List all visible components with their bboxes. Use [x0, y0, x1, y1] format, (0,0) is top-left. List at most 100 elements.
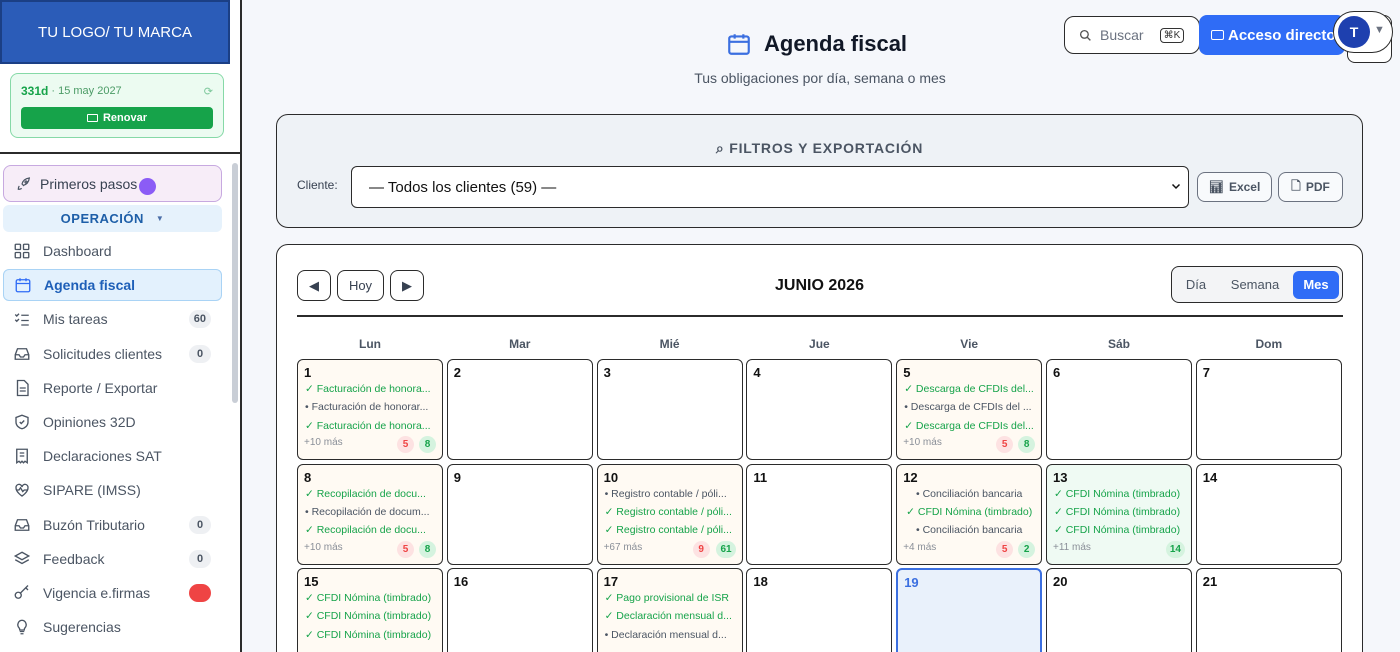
calendar-day[interactable]: 4: [746, 359, 893, 460]
view-day-button[interactable]: Día: [1175, 271, 1217, 299]
completed-count-badge: 8: [1018, 436, 1036, 453]
sidebar-item-label: Buzón Tributario: [43, 516, 145, 533]
caret-down-icon[interactable]: ▼: [1374, 24, 1385, 36]
section-label: OPERACIÓN: [60, 211, 144, 226]
mailbox-icon: [13, 516, 31, 534]
sidebar-item-dashboard[interactable]: Dashboard: [3, 235, 222, 267]
calendar-day[interactable]: 21: [1195, 568, 1342, 652]
calendar-event[interactable]: ✓ Declaración mensual d...: [605, 610, 737, 622]
inbox-icon: [13, 345, 31, 363]
calendar-event[interactable]: ✓ CFDI Nómina (timbrado): [1054, 488, 1186, 500]
calendar-day[interactable]: 11: [746, 463, 893, 565]
search-label: Buscar: [1100, 27, 1144, 43]
calendar-event[interactable]: ✓ Registro contable / póli...: [605, 524, 737, 536]
renew-button[interactable]: Renovar: [21, 107, 213, 129]
more-events-link[interactable]: +11 más: [1053, 542, 1091, 553]
calendar-day[interactable]: 6: [1046, 359, 1192, 460]
calendar-day[interactable]: 18: [746, 568, 893, 652]
calendar-day-today[interactable]: 19: [896, 568, 1043, 652]
sidebar-item-buz-n-tributario[interactable]: Buzón Tributario 0: [3, 509, 222, 541]
view-month-button[interactable]: Mes: [1293, 270, 1339, 299]
calendar-day[interactable]: 20: [1046, 568, 1192, 652]
refresh-icon[interactable]: ⟳: [204, 85, 213, 98]
calendar-event[interactable]: • Recopilación de docum...: [305, 506, 437, 518]
excel-label: Excel: [1228, 180, 1261, 194]
more-events-link[interactable]: +10 más: [304, 542, 343, 553]
client-select[interactable]: — Todos los clientes (59) —: [351, 166, 1189, 208]
calendar-day[interactable]: 3: [596, 359, 743, 460]
calendar-event[interactable]: ✓ Recopilación de docu...: [305, 488, 437, 500]
more-events-link[interactable]: +4 más: [903, 542, 936, 553]
calendar-event[interactable]: ✓ Recopilación de docu...: [305, 524, 437, 536]
day-number: 10: [603, 469, 619, 485]
calendar-event[interactable]: ✓ CFDI Nómina (timbrado): [305, 610, 437, 622]
calendar-day[interactable]: 1 ✓ Facturación de honora... • Facturación…: [297, 359, 443, 460]
sidebar-item-feedback[interactable]: Feedback 0: [3, 543, 222, 575]
calendar-day[interactable]: 2: [446, 359, 593, 460]
more-events-link[interactable]: +67 más: [604, 542, 643, 553]
export-excel-button[interactable]: 📊︎ Excel: [1197, 172, 1272, 202]
sidebar-item-label: Sugerencias: [43, 619, 121, 636]
calendar-event[interactable]: ✓ CFDI Nómina (timbrado): [305, 592, 437, 604]
calendar-event[interactable]: • Conciliación bancaria: [902, 488, 1036, 500]
sidebar-scrollbar[interactable]: [232, 163, 238, 403]
sidebar-item-vigencia-e-firmas[interactable]: Vigencia e.firmas 1: [3, 577, 222, 609]
calendar-event[interactable]: ✓ Pago provisional de ISR: [605, 592, 737, 604]
sidebar-item-opiniones-32d[interactable]: Opiniones 32D: [3, 406, 222, 438]
pending-count-badge: 5: [397, 436, 414, 453]
search-icon: ⌕: [715, 140, 730, 156]
avatar[interactable]: T: [1338, 16, 1370, 48]
calendar-event[interactable]: ✓ CFDI Nómina (timbrado): [1054, 524, 1186, 536]
sidebar-item-reporte-exportar[interactable]: Reporte / Exportar: [3, 372, 222, 404]
export-pdf-button[interactable]: 🗋 PDF: [1278, 172, 1343, 202]
shield-icon: [13, 413, 31, 431]
calendar-day[interactable]: 17 ✓ Pago provisional de ISR ✓ Declaración…: [596, 568, 743, 652]
calendar-event[interactable]: • Conciliación bancaria: [902, 524, 1036, 536]
calendar-event[interactable]: ✓ CFDI Nómina (timbrado): [305, 629, 437, 641]
calendar-event[interactable]: ✓ Facturación de honora...: [305, 420, 437, 432]
license-date: · 15 may 2027: [51, 85, 122, 97]
calendar-event[interactable]: ✓ Facturación de honora...: [305, 383, 437, 395]
weekday-header: Lun: [359, 337, 381, 351]
sidebar-item-declaraciones-sat[interactable]: Declaraciones SAT: [3, 440, 222, 472]
search-button[interactable]: Buscar ⌘K: [1064, 16, 1200, 54]
more-events-link[interactable]: +10 más: [304, 437, 343, 448]
view-week-button[interactable]: Semana: [1217, 271, 1293, 299]
calendar-event[interactable]: • Facturación de honorar...: [305, 401, 437, 413]
calendar-day[interactable]: 5 ✓ Descarga de CFDIs del... • Descarga de…: [896, 359, 1043, 460]
calendar-event[interactable]: ✓ Registro contable / póli...: [605, 506, 737, 518]
calendar-day[interactable]: 16: [446, 568, 593, 652]
section-operacion[interactable]: OPERACIÓN ▼: [3, 205, 222, 232]
pending-count-badge: 9: [692, 540, 710, 558]
calendar-event[interactable]: ✓ Descarga de CFDIs del...: [904, 420, 1036, 432]
calendar-day[interactable]: 10 • Registro contable / póli... ✓ Registr…: [596, 463, 743, 565]
sidebar-item-sugerencias[interactable]: Sugerencias: [3, 611, 222, 643]
day-number: 7: [1202, 365, 1211, 380]
first-steps-button[interactable]: Primeros pasos: [3, 165, 222, 202]
sidebar-item-solicitudes-clientes[interactable]: Solicitudes clientes 0: [3, 338, 222, 370]
calendar-event[interactable]: • Declaración mensual d...: [605, 629, 737, 641]
sidebar-item-agenda-fiscal[interactable]: Agenda fiscal: [3, 269, 222, 302]
calendar-day[interactable]: 9: [446, 463, 593, 565]
calendar-day[interactable]: 7: [1195, 359, 1342, 460]
bar-chart-icon: 📊︎: [1208, 180, 1224, 194]
brand-logo[interactable]: TU LOGO/ TU MARCA: [0, 0, 230, 64]
calendar-event[interactable]: • Registro contable / póli...: [605, 488, 737, 500]
calendar-day[interactable]: 13 ✓ CFDI Nómina (timbrado) ✓ CFDI Nómina …: [1046, 463, 1192, 565]
calendar-event[interactable]: ✓ CFDI Nómina (timbrado): [1054, 506, 1186, 518]
filters-title-text: FILTROS Y EXPORTACIÓN: [729, 140, 924, 156]
calendar-event[interactable]: ✓ Descarga de CFDIs del...: [904, 383, 1036, 395]
calendar-day[interactable]: 14: [1195, 463, 1342, 565]
calendar-day[interactable]: 15 ✓ CFDI Nómina (timbrado) ✓ CFDI Nómina …: [297, 568, 443, 652]
quick-access-button[interactable]: Acceso directo: [1199, 15, 1345, 55]
sidebar-item-label: Solicitudes clientes: [43, 345, 163, 362]
search-shortcut: ⌘K: [1159, 27, 1185, 43]
more-events-link[interactable]: +10 más: [903, 437, 942, 448]
calendar-event[interactable]: • Descarga de CFDIs del ...: [904, 401, 1036, 413]
calendar-event[interactable]: ✓ CFDI Nómina (timbrado): [902, 506, 1036, 518]
day-number: 9: [453, 469, 462, 485]
calendar-day[interactable]: 8 ✓ Recopilación de docu... • Recopilación…: [297, 463, 443, 565]
sidebar-item-mis-tareas[interactable]: Mis tareas 60: [3, 303, 222, 335]
calendar-day[interactable]: 12 • Conciliación bancaria ✓ CFDI Nómina (…: [896, 463, 1043, 565]
sidebar-item-sipare-imss-[interactable]: SIPARE (IMSS): [3, 474, 222, 506]
